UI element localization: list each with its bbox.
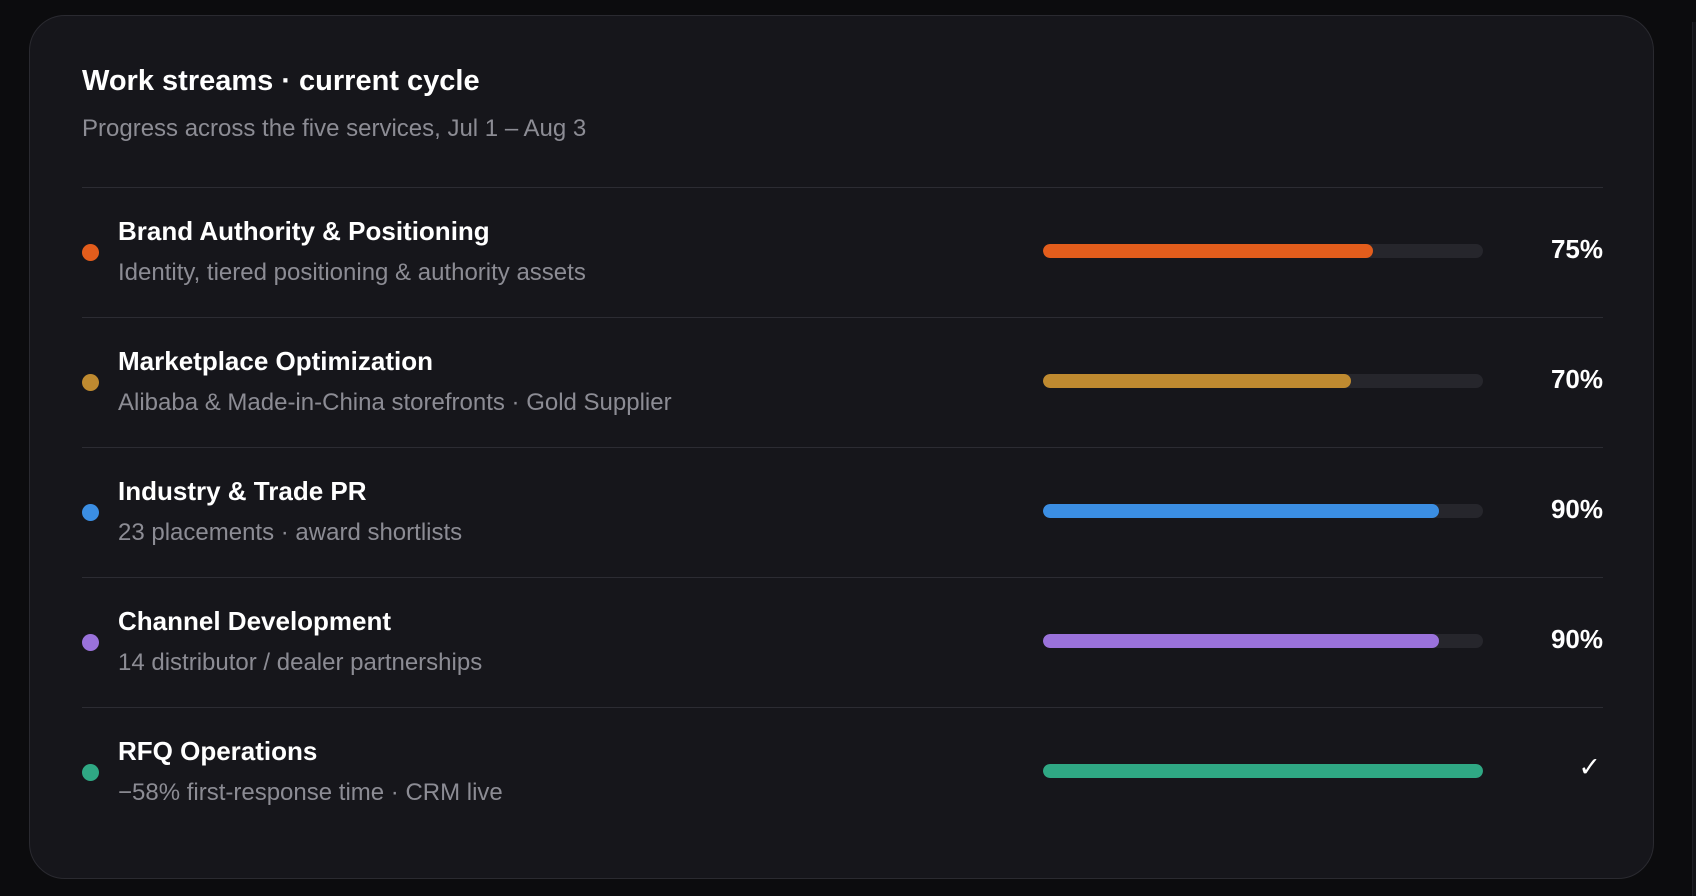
stream-description: −58% first-response time · CRM live	[118, 779, 503, 806]
progress-bar	[1043, 764, 1483, 778]
progress-bar	[1043, 504, 1483, 518]
progress-fill	[1043, 374, 1351, 388]
work-stream-list: Brand Authority & Positioning Identity, …	[82, 187, 1603, 837]
progress-bar	[1043, 634, 1483, 648]
adjacent-panel-edge	[1692, 22, 1696, 896]
progress-percent: 90%	[1550, 624, 1603, 654]
stream-title: Brand Authority & Positioning	[118, 216, 490, 246]
status-dot-icon	[82, 374, 99, 391]
work-stream-row-rfq-operations: RFQ Operations −58% first-response time …	[82, 707, 1603, 837]
status-dot-icon	[82, 244, 99, 261]
work-stream-row-marketplace: Marketplace Optimization Alibaba & Made-…	[82, 317, 1603, 447]
progress-bar	[1043, 244, 1483, 258]
work-stream-row-trade-pr: Industry & Trade PR 23 placements · awar…	[82, 447, 1603, 577]
stream-description: Alibaba & Made-in-China storefronts · Go…	[118, 389, 672, 416]
progress-percent: 70%	[1550, 364, 1603, 394]
stream-title: Marketplace Optimization	[118, 346, 433, 376]
stream-description: 23 placements · award shortlists	[118, 519, 463, 546]
work-stream-row-brand-authority: Brand Authority & Positioning Identity, …	[82, 187, 1603, 317]
card-subtitle: Progress across the five services, Jul 1…	[82, 115, 587, 142]
progress-percent: 90%	[1550, 494, 1603, 524]
progress-percent: 75%	[1550, 234, 1603, 264]
work-streams-card: Work streams · current cycle Progress ac…	[29, 15, 1654, 879]
status-dot-icon	[82, 634, 99, 651]
page: Work streams · current cycle Progress ac…	[0, 0, 1696, 896]
progress-fill	[1043, 504, 1439, 518]
stream-description: 14 distributor / dealer partnerships	[118, 649, 483, 676]
stream-description: Identity, tiered positioning & authority…	[118, 259, 586, 286]
progress-fill	[1043, 244, 1373, 258]
checkmark-icon: ✓	[1578, 752, 1601, 783]
progress-fill	[1043, 764, 1483, 778]
stream-title: RFQ Operations	[118, 736, 318, 766]
status-dot-icon	[82, 504, 99, 521]
work-stream-row-channel-development: Channel Development 14 distributor / dea…	[82, 577, 1603, 707]
status-dot-icon	[82, 764, 99, 781]
progress-bar	[1043, 374, 1483, 388]
card-title: Work streams · current cycle	[82, 65, 480, 97]
progress-fill	[1043, 634, 1439, 648]
stream-title: Industry & Trade PR	[118, 476, 367, 506]
stream-title: Channel Development	[118, 606, 392, 636]
